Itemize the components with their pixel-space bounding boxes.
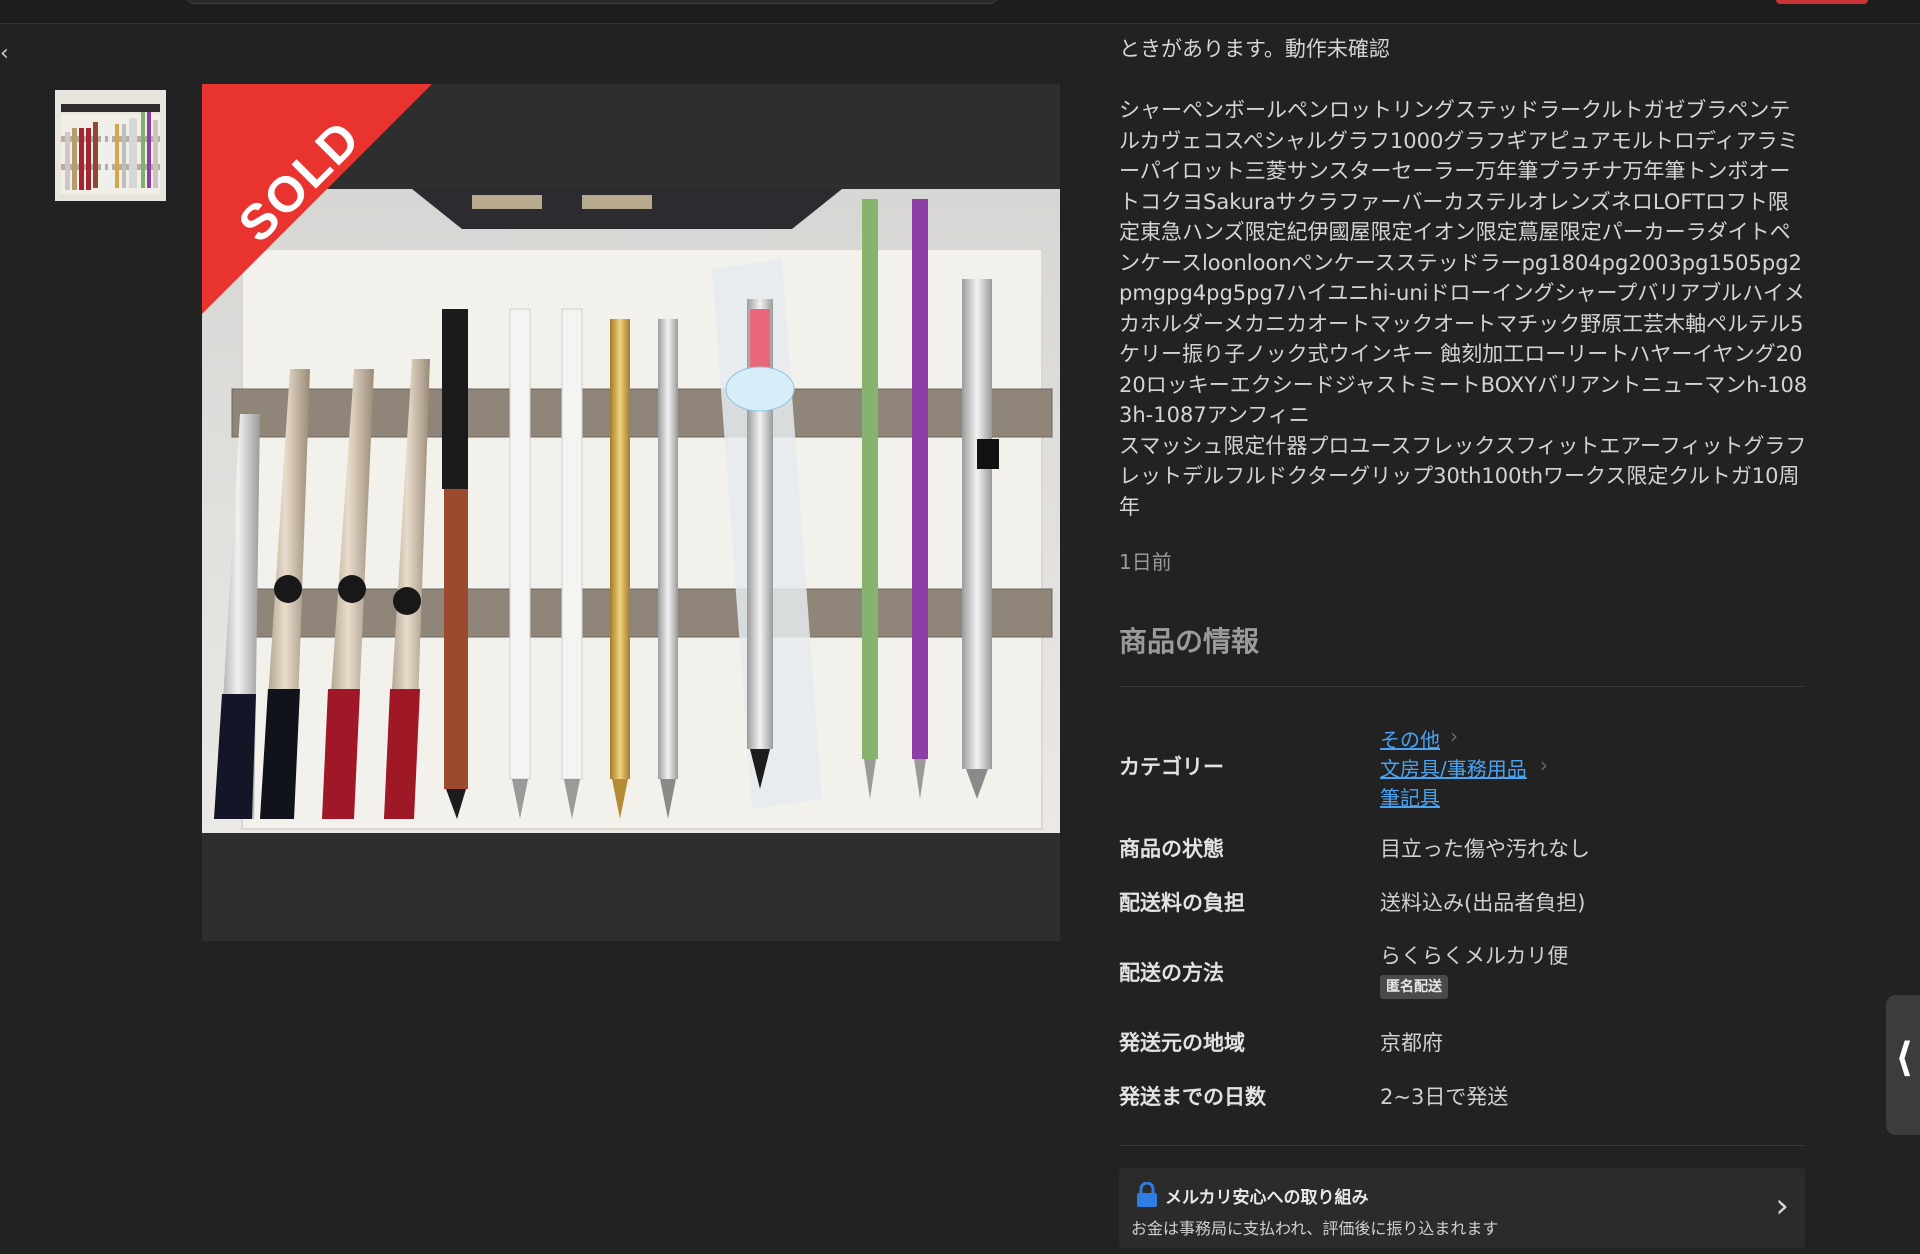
shipping-method-value: らくらくメルカリ便: [1380, 944, 1569, 968]
origin-label: 発送元の地域: [1119, 1031, 1245, 1055]
safety-banner-title: メルカリ安心への取り組み: [1165, 1188, 1369, 1208]
search-bar[interactable]: [186, 0, 998, 4]
chevron-left-icon: ⟨: [1895, 1035, 1914, 1081]
section-divider: [1119, 686, 1805, 687]
mercari-safety-banner[interactable]: メルカリ安心への取り組み お金は事務局に支払われ、評価後に振り込まれます ›: [1119, 1168, 1805, 1248]
top-bar: [0, 0, 1920, 24]
days-to-ship-value: 2~3日で発送: [1380, 1085, 1509, 1109]
shipping-fee-value: 送料込み(出品者負担): [1380, 891, 1586, 915]
product-main-image[interactable]: SOLD: [202, 84, 1060, 941]
category-link-writing[interactable]: 筆記具: [1380, 782, 1440, 811]
category-link-stationery[interactable]: 文房具/事務用品: [1380, 753, 1527, 782]
chevron-right-icon: ›: [1450, 724, 1458, 748]
condition-label: 商品の状態: [1119, 837, 1224, 861]
description-body: シャーペンボールペンロットリングステッドラークルトガゼブラペンテルカヴェコスペシ…: [1119, 98, 1808, 519]
lock-icon: [1137, 1182, 1157, 1207]
shipping-fee-label: 配送料の負担: [1119, 891, 1245, 915]
chevron-right-icon: ›: [1775, 1186, 1789, 1226]
anonymous-shipping-badge: 匿名配送: [1380, 975, 1448, 999]
shipping-method-label: 配送の方法: [1119, 961, 1224, 985]
sold-ribbon: SOLD: [202, 84, 432, 314]
section-divider: [1119, 1145, 1805, 1146]
category-label: カテゴリー: [1119, 755, 1224, 779]
posted-time: 1日前: [1119, 550, 1172, 574]
header-action-button[interactable]: [1776, 0, 1868, 4]
back-chevron-icon[interactable]: ‹: [0, 40, 18, 68]
safety-banner-subtitle: お金は事務局に支払われ、評価後に振り込まれます: [1131, 1219, 1499, 1238]
description-top-line: ときがあります。動作未確認: [1119, 37, 1390, 61]
product-info-title: 商品の情報: [1119, 625, 1260, 658]
category-link-other[interactable]: その他: [1380, 724, 1440, 753]
condition-value: 目立った傷や汚れなし: [1380, 837, 1590, 861]
item-description: ときがあります。動作未確認 シャーペンボールペンロットリングステッドラークルトガ…: [1119, 34, 1809, 522]
side-panel-toggle[interactable]: ⟨: [1886, 995, 1920, 1135]
product-thumbnail[interactable]: [55, 90, 166, 201]
days-to-ship-label: 発送までの日数: [1119, 1085, 1266, 1109]
pens-thumbnail-image: [57, 92, 164, 199]
origin-value: 京都府: [1380, 1031, 1443, 1055]
chevron-right-icon: ›: [1540, 753, 1548, 777]
